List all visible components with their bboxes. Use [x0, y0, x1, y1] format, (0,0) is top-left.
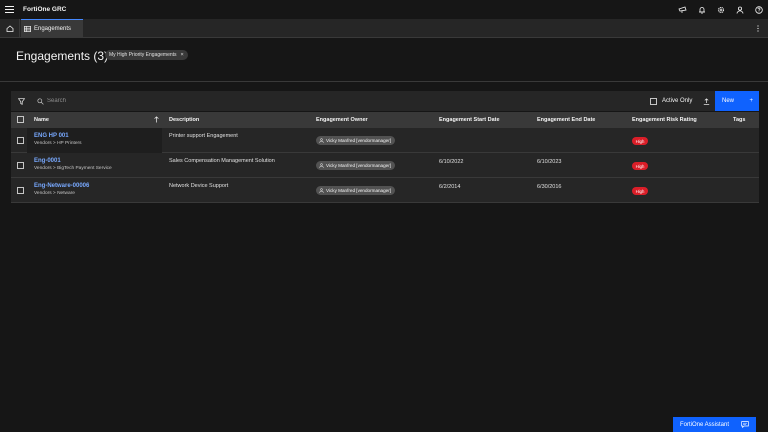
kebab-icon[interactable]	[754, 19, 762, 38]
owner-chip[interactable]: Vicky Manfred [vendormanager]	[316, 161, 396, 170]
table-header: Name Description Engagement Owner Engage…	[11, 112, 759, 128]
table-row[interactable]: Eng-Netware-00006 Vendors > Netware Netw…	[11, 178, 759, 203]
row-checkbox[interactable]	[17, 187, 24, 194]
owner-name: Vicky Manfred [vendormanager]	[326, 188, 392, 193]
risk-badge: High	[632, 137, 648, 145]
user-icon	[319, 138, 324, 143]
risk-badge: High	[632, 187, 648, 195]
gear-icon[interactable]	[711, 0, 730, 19]
pin-icon[interactable]	[673, 0, 692, 19]
new-button[interactable]: New +	[715, 91, 759, 111]
engagement-path: Vendors > BigTech Payment Service	[34, 166, 112, 171]
assistant-button[interactable]: FortiOne Assistant	[673, 417, 756, 432]
filter-chip[interactable]: My High Priority Engagements ×	[105, 50, 188, 60]
help-icon[interactable]	[749, 0, 768, 19]
engagement-path: Vendors > HP Printers	[34, 141, 82, 146]
owner-name: Vicky Manfred [vendormanager]	[326, 163, 392, 168]
upload-icon[interactable]	[699, 91, 713, 111]
active-only-label: Active Only	[662, 98, 693, 104]
risk-badge: High	[632, 162, 648, 170]
home-icon[interactable]	[0, 19, 20, 38]
start-date-cell: 6/10/2022	[439, 159, 464, 165]
app-title: FortiOne GRC	[23, 6, 67, 13]
start-date-cell: 6/2/2014	[439, 184, 461, 190]
sort-arrow-icon[interactable]	[154, 116, 159, 123]
end-date-cell: 6/30/2016	[537, 184, 562, 190]
active-only-toggle[interactable]: Active Only	[650, 91, 692, 111]
description-cell: Printer support Engagement	[169, 133, 238, 139]
column-tags[interactable]: Tags	[733, 112, 745, 128]
filter-icon[interactable]	[15, 91, 27, 111]
owner-chip[interactable]: Vicky Manfred [vendormanager]	[316, 186, 396, 195]
column-start-date[interactable]: Engagement Start Date	[439, 112, 500, 128]
engagement-path: Vendors > Netware	[34, 191, 75, 196]
engagements-table: Name Description Engagement Owner Engage…	[11, 112, 759, 203]
description-cell: Sales Compensation Management Solution	[169, 158, 275, 164]
column-owner[interactable]: Engagement Owner	[316, 112, 368, 128]
column-risk-rating[interactable]: Engagement Risk Rating	[632, 112, 697, 128]
column-name[interactable]: Name	[34, 112, 159, 128]
column-description[interactable]: Description	[169, 112, 199, 128]
header-actions	[673, 0, 768, 19]
table-icon	[24, 26, 31, 32]
row-checkbox[interactable]	[17, 137, 24, 144]
user-icon	[319, 163, 324, 168]
new-button-label: New	[722, 98, 735, 104]
table-row[interactable]: Eng-0001 Vendors > BigTech Payment Servi…	[11, 153, 759, 178]
name-cell: ENG HP 001 Vendors > HP Printers	[27, 128, 162, 153]
table-row[interactable]: ENG HP 001 Vendors > HP Printers Printer…	[11, 128, 759, 153]
end-date-cell: 6/10/2023	[537, 159, 562, 165]
engagement-link[interactable]: Eng-0001	[34, 158, 162, 164]
assistant-label: FortiOne Assistant	[680, 421, 730, 428]
filter-chip-label: My High Priority Engagements	[109, 52, 177, 58]
column-name-label: Name	[34, 117, 49, 123]
engagement-link[interactable]: ENG HP 001	[34, 133, 162, 139]
name-cell: Eng-Netware-00006 Vendors > Netware	[27, 178, 162, 203]
description-cell: Network Device Support	[169, 183, 229, 189]
row-checkbox[interactable]	[17, 162, 24, 169]
column-end-date[interactable]: Engagement End Date	[537, 112, 595, 128]
top-bar: FortiOne GRC	[0, 0, 768, 19]
select-all-checkbox[interactable]	[17, 116, 24, 123]
owner-name: Vicky Manfred [vendormanager]	[326, 138, 392, 143]
close-icon[interactable]: ×	[181, 52, 184, 58]
user-icon	[319, 188, 324, 193]
tab-engagements[interactable]: Engagements	[21, 19, 83, 38]
name-cell: Eng-0001 Vendors > BigTech Payment Servi…	[27, 153, 162, 178]
plus-icon: +	[749, 98, 753, 104]
tab-bar: Engagements	[0, 19, 768, 38]
bell-icon[interactable]	[692, 0, 711, 19]
owner-chip[interactable]: Vicky Manfred [vendormanager]	[316, 136, 396, 145]
tab-label: Engagements	[34, 26, 72, 32]
active-only-checkbox[interactable]	[650, 97, 657, 105]
user-icon[interactable]	[730, 0, 749, 19]
chat-icon	[741, 421, 749, 428]
search-icon	[35, 91, 45, 111]
page-title: Engagements (3)	[16, 49, 109, 63]
search-input[interactable]	[47, 95, 347, 107]
menu-icon[interactable]	[0, 0, 19, 19]
engagement-link[interactable]: Eng-Netware-00006	[34, 183, 162, 189]
page-header: Engagements (3)	[0, 39, 768, 82]
table-toolbar: Active Only New +	[11, 91, 759, 111]
